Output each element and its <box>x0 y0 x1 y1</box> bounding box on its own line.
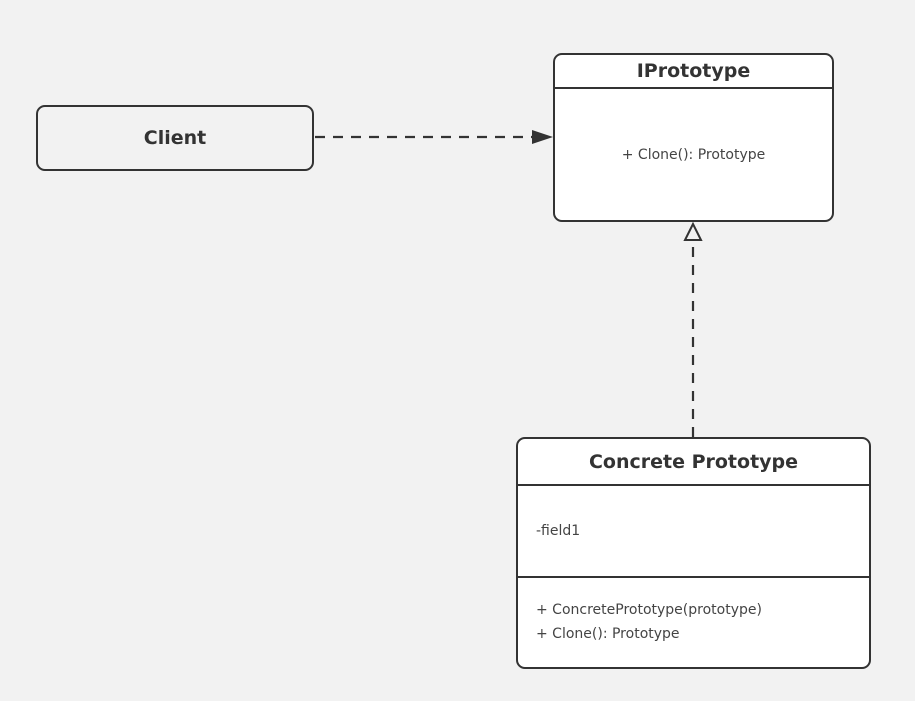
iprototype-class[interactable]: IPrototype + Clone(): Prototype <box>553 53 834 222</box>
concrete-prototype-header: Concrete Prototype <box>518 439 869 486</box>
client-node[interactable]: Client <box>36 105 314 171</box>
operation-item: + ConcretePrototype(prototype) <box>536 602 762 618</box>
attribute-item: -field1 <box>536 523 581 539</box>
dependency-arrowhead-icon <box>532 130 553 144</box>
realization-triangle-icon <box>683 221 703 241</box>
iprototype-name: IPrototype <box>636 60 751 82</box>
client-label: Client <box>143 127 207 149</box>
operation-item: + Clone(): Prototype <box>621 146 766 163</box>
concrete-prototype-operations: + ConcretePrototype(prototype) + Clone()… <box>518 578 869 646</box>
operation-item: + Clone(): Prototype <box>536 626 680 642</box>
concrete-prototype-name: Concrete Prototype <box>588 450 799 473</box>
iprototype-operations: + Clone(): Prototype <box>555 89 832 220</box>
iprototype-header: IPrototype <box>555 55 832 89</box>
concrete-prototype-class[interactable]: Concrete Prototype -field1 + ConcretePro… <box>516 437 871 669</box>
concrete-prototype-attributes: -field1 <box>518 486 869 578</box>
